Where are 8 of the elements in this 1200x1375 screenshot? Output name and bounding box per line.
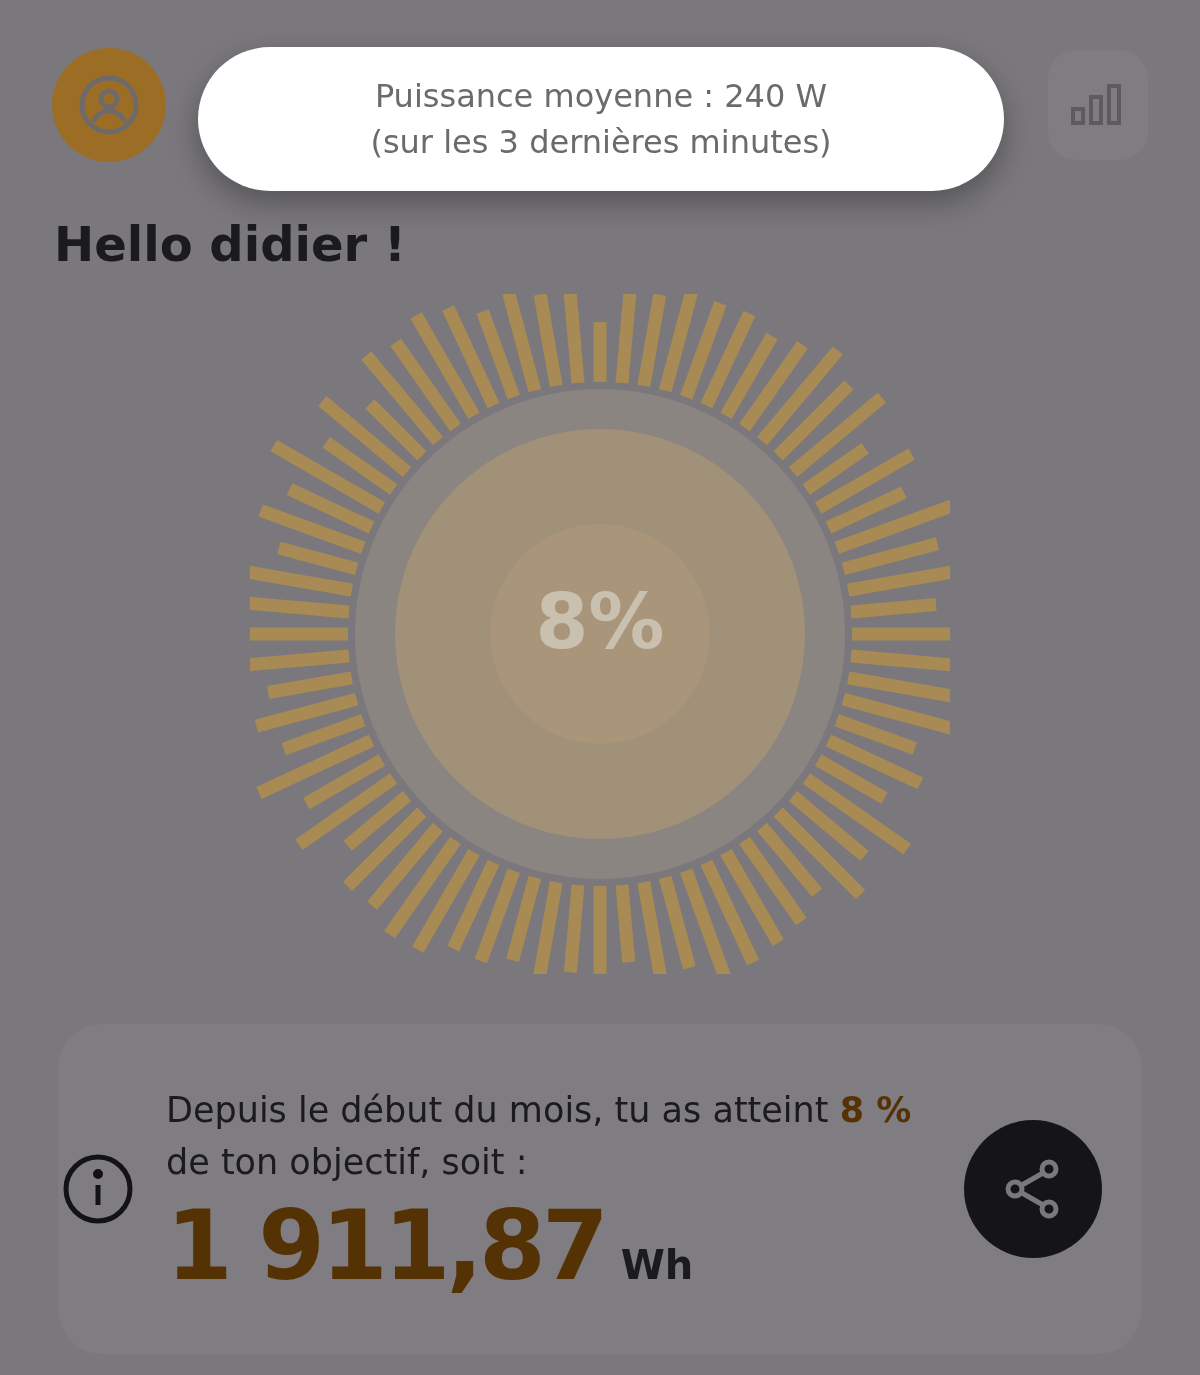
energy-value: 1 911,87	[166, 1197, 605, 1294]
toast-text: (sur les 3 dernières minutes)	[370, 122, 832, 162]
greeting-title: Hello didier !	[54, 220, 407, 268]
info-icon[interactable]	[62, 1153, 134, 1225]
user-icon	[78, 74, 140, 136]
toast-text: Puissance moyenne : 240 W	[374, 76, 828, 116]
summary-text: Depuis le début du mois, tu as atteint 8 % de ton objectif, soit :	[166, 1088, 913, 1184]
energy-unit: Wh	[620, 1240, 694, 1290]
